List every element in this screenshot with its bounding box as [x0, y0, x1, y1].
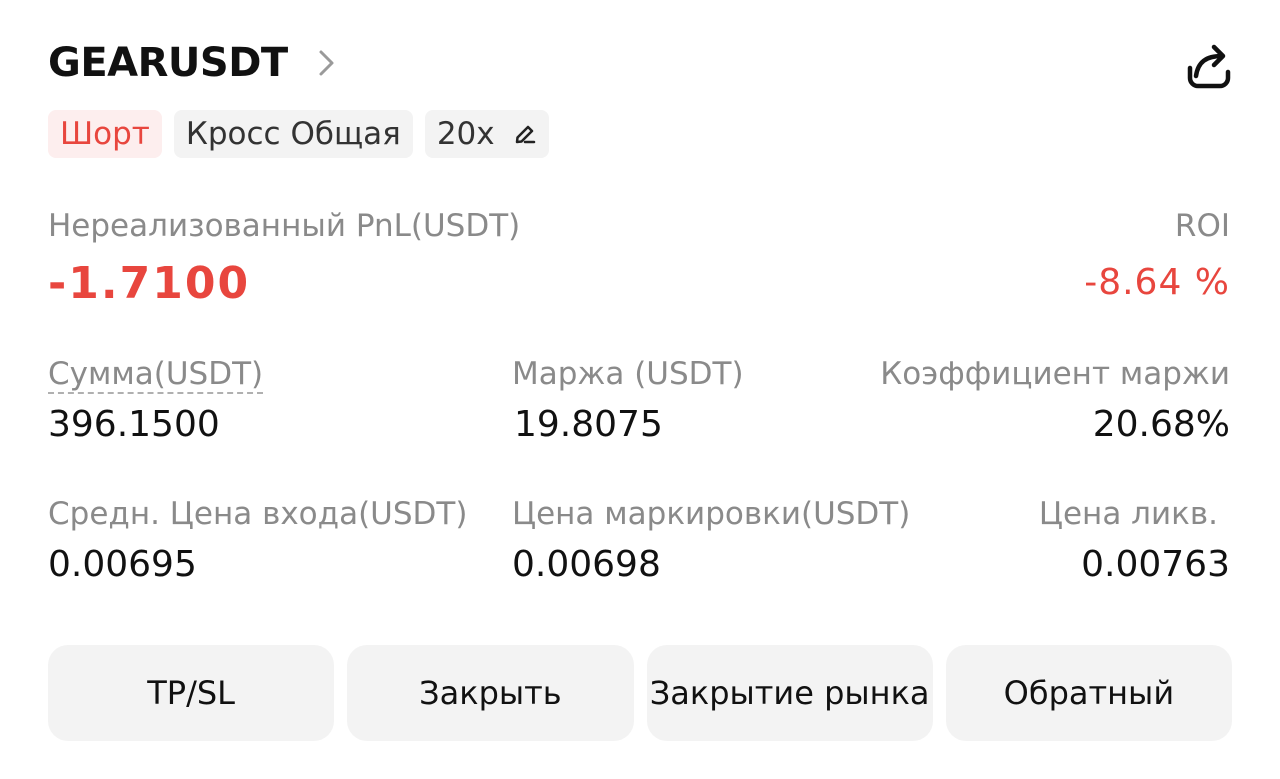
position-header: GEARUSDT [48, 40, 338, 86]
margin-value: 19.8075 [514, 404, 663, 445]
liq-price-label: Цена ликв. [1038, 496, 1218, 532]
avg-entry-price-label: Средн. Цена входа(USDT) [48, 496, 468, 532]
mark-price-label: Цена маркировки(USDT) [512, 496, 911, 532]
margin-mode-badge: Кросс Общая [173, 110, 413, 158]
unrealized-pnl-value: -1.7100 [48, 258, 251, 309]
action-buttons: TP/SL Закрыть Закрытие рынка Обратный [48, 645, 1232, 741]
share-icon[interactable] [1182, 42, 1234, 94]
mark-price-value: 0.00698 [512, 544, 661, 585]
position-tags: Шорт Кросс Общая 20x [48, 110, 549, 158]
margin-label: Маржа (USDT) [512, 356, 744, 392]
size-label[interactable]: Сумма(USDT) [48, 356, 264, 394]
edit-pencil-icon[interactable] [513, 122, 537, 146]
margin-ratio-value: 20.68% [1092, 404, 1230, 445]
market-close-button[interactable]: Закрытие рынка [646, 645, 933, 741]
liq-price-value: 0.00763 [1081, 544, 1230, 585]
roi-label: ROI [1174, 208, 1230, 244]
side-badge: Шорт [48, 110, 162, 158]
unrealized-pnl-label: Нереализованный PnL(USDT) [48, 208, 521, 244]
chevron-right-icon[interactable] [316, 46, 338, 80]
avg-entry-price-value: 0.00695 [48, 544, 197, 585]
size-label-text: Сумма(USDT) [48, 356, 264, 394]
reverse-button[interactable]: Обратный [945, 645, 1232, 741]
close-button[interactable]: Закрыть [347, 645, 634, 741]
tpsl-button[interactable]: TP/SL [48, 645, 335, 741]
symbol-title[interactable]: GEARUSDT [48, 40, 288, 86]
margin-ratio-label: Коэффициент маржи [880, 356, 1230, 392]
leverage-value: 20x [436, 116, 495, 152]
leverage-badge[interactable]: 20x [424, 110, 549, 158]
size-value: 396.1500 [48, 404, 220, 445]
roi-value: -8.64 % [1084, 262, 1230, 303]
